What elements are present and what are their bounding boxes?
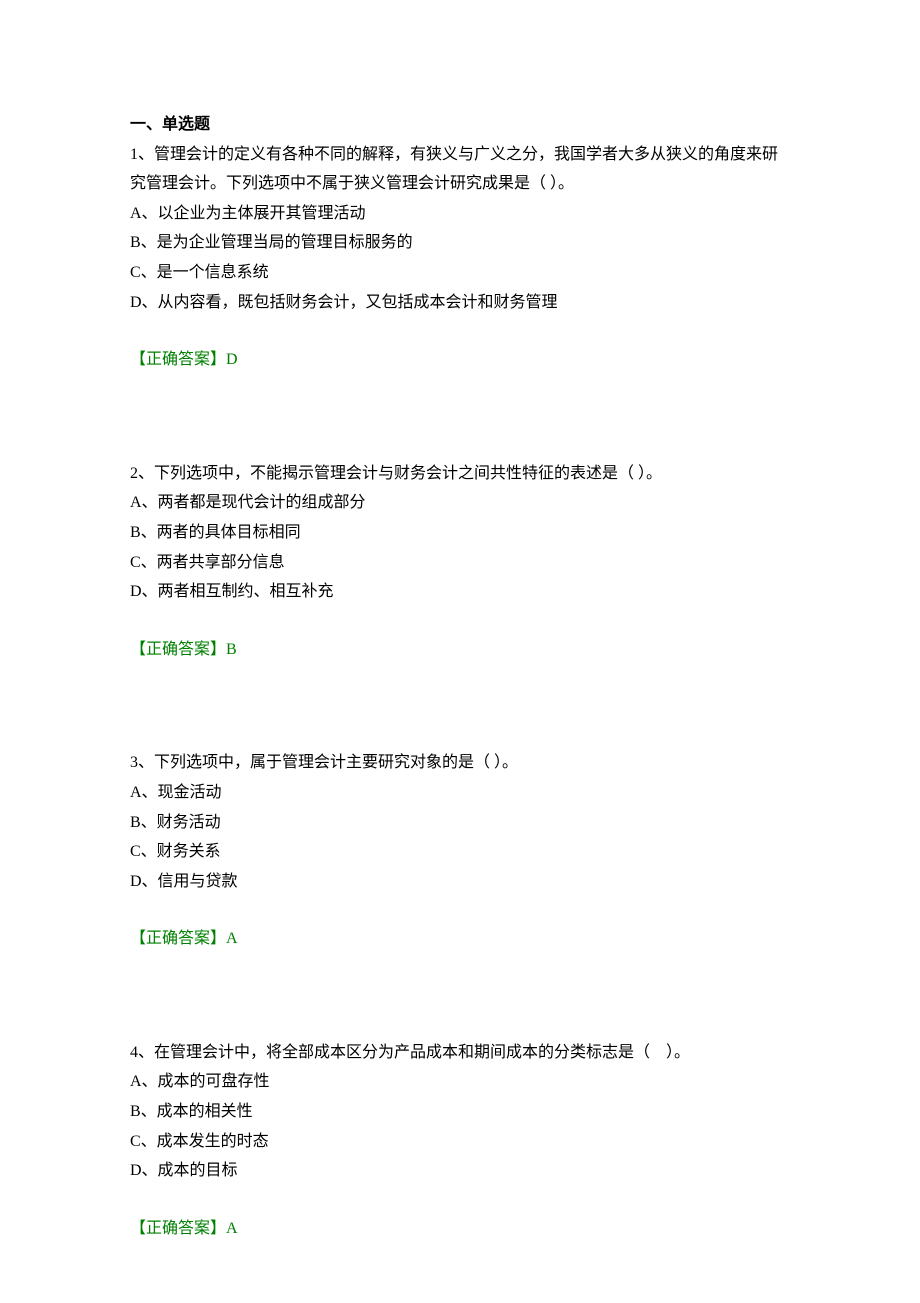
question-option: C、是一个信息系统 (130, 258, 790, 288)
correct-answer: 【正确答案】B (130, 635, 790, 665)
answer-label: 【正确答案】 (130, 351, 226, 368)
question-option: C、两者共享部分信息 (130, 548, 790, 578)
answer-value: B (226, 641, 237, 658)
correct-answer: 【正确答案】D (130, 345, 790, 375)
question-option: C、财务关系 (130, 837, 790, 867)
answer-value: A (226, 930, 238, 947)
question-option: A、现金活动 (130, 778, 790, 808)
question-option: D、成本的目标 (130, 1156, 790, 1186)
question-option: B、成本的相关性 (130, 1097, 790, 1127)
question-option: C、成本发生的时态 (130, 1127, 790, 1157)
answer-label: 【正确答案】 (130, 930, 226, 947)
question-block: 4、在管理会计中，将全部成本区分为产品成本和期间成本的分类标志是（ ）。 A、成… (130, 1038, 790, 1244)
answer-label: 【正确答案】 (130, 1220, 226, 1237)
question-block: 3、下列选项中，属于管理会计主要研究对象的是（ ）。 A、现金活动 B、财务活动… (130, 748, 790, 954)
document-page: 一、单选题 1、管理会计的定义有各种不同的解释，有狭义与广义之分，我国学者大多从… (0, 0, 920, 1303)
question-prompt: 1、管理会计的定义有各种不同的解释，有狭义与广义之分，我国学者大多从狭义的角度来… (130, 140, 790, 199)
question-option: A、以企业为主体展开其管理活动 (130, 199, 790, 229)
correct-answer: 【正确答案】A (130, 1214, 790, 1244)
question-option: D、从内容看，既包括财务会计，又包括成本会计和财务管理 (130, 288, 790, 318)
question-option: A、两者都是现代会计的组成部分 (130, 488, 790, 518)
answer-value: D (226, 351, 238, 368)
question-prompt: 2、下列选项中，不能揭示管理会计与财务会计之间共性特征的表述是（ ）。 (130, 459, 790, 489)
answer-label: 【正确答案】 (130, 641, 226, 658)
question-option: B、财务活动 (130, 808, 790, 838)
question-option: D、两者相互制约、相互补充 (130, 577, 790, 607)
question-block: 2、下列选项中，不能揭示管理会计与财务会计之间共性特征的表述是（ ）。 A、两者… (130, 459, 790, 665)
section-heading: 一、单选题 (130, 110, 790, 140)
question-option: A、成本的可盘存性 (130, 1067, 790, 1097)
question-prompt: 3、下列选项中，属于管理会计主要研究对象的是（ ）。 (130, 748, 790, 778)
answer-value: A (226, 1220, 238, 1237)
correct-answer: 【正确答案】A (130, 924, 790, 954)
question-option: D、信用与贷款 (130, 867, 790, 897)
question-option: B、是为企业管理当局的管理目标服务的 (130, 228, 790, 258)
question-block: 1、管理会计的定义有各种不同的解释，有狭义与广义之分，我国学者大多从狭义的角度来… (130, 140, 790, 375)
question-prompt: 4、在管理会计中，将全部成本区分为产品成本和期间成本的分类标志是（ ）。 (130, 1038, 790, 1068)
question-option: B、两者的具体目标相同 (130, 518, 790, 548)
